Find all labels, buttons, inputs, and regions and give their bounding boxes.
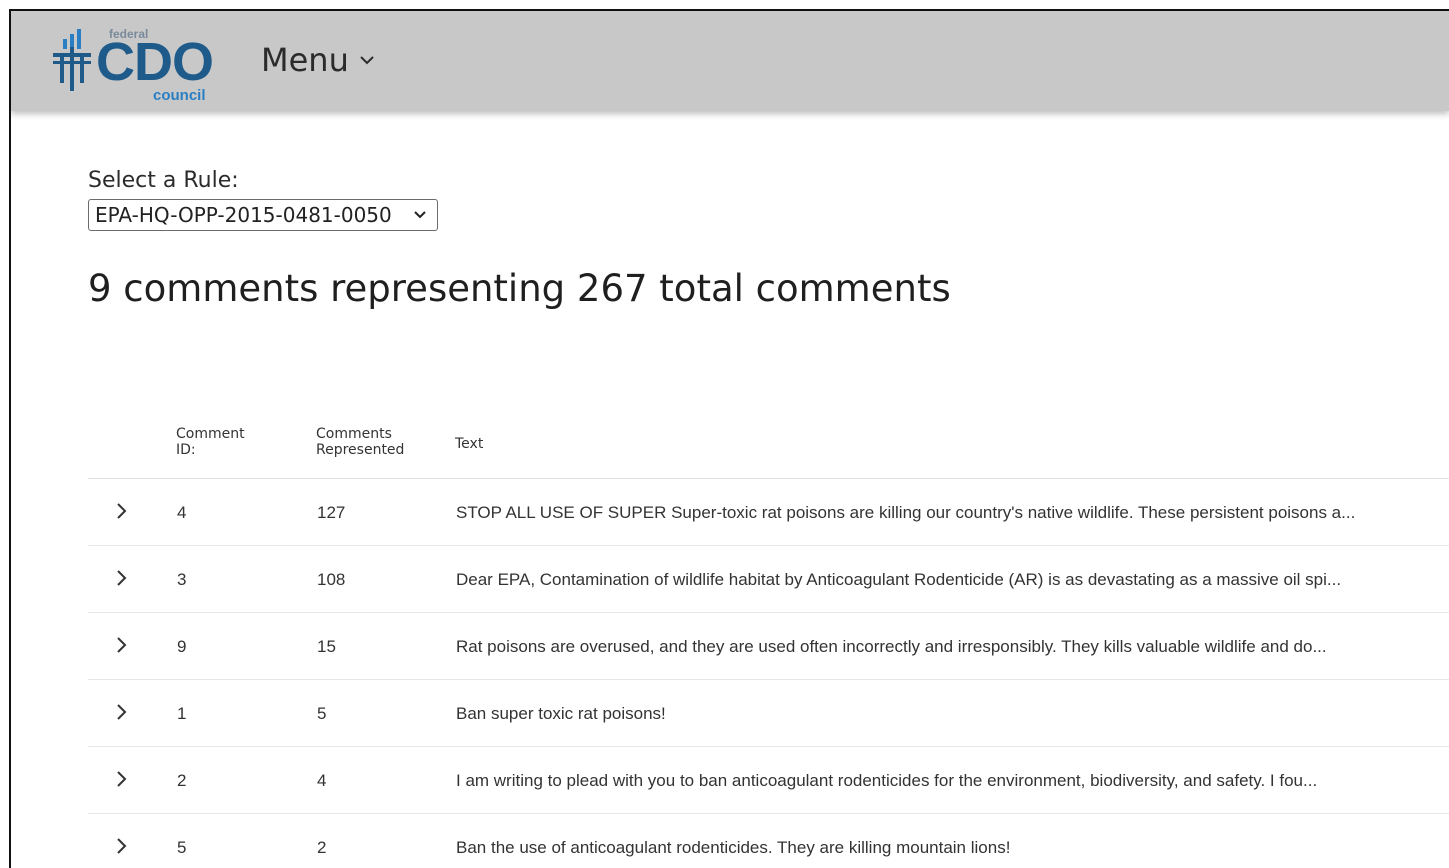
cell-represented: 127	[317, 503, 346, 522]
cell-text: STOP ALL USE OF SUPER Super-toxic rat po…	[456, 503, 1356, 522]
chevron-down-icon	[360, 56, 374, 65]
chevron-right-icon[interactable]	[114, 502, 130, 520]
cell-text: Ban the use of anticoagulant rodenticide…	[456, 838, 1011, 857]
menu-label: Menu	[261, 41, 349, 79]
cell-represented: 108	[317, 570, 346, 589]
chevron-down-icon	[414, 211, 426, 219]
chevron-right-icon[interactable]	[114, 569, 130, 587]
header-rep-line2: Represented	[316, 442, 405, 458]
chevron-right-icon[interactable]	[114, 636, 130, 654]
table-row[interactable]: 3 108 Dear EPA, Contamination of wildlif…	[88, 546, 1449, 613]
chevron-right-icon[interactable]	[114, 703, 130, 721]
table-row[interactable]: 9 15 Rat poisons are overused, and they …	[88, 613, 1449, 680]
table-row[interactable]: 1 5 Ban super toxic rat poisons!	[88, 680, 1449, 747]
cell-comment-id: 1	[177, 704, 187, 723]
header-comment-id-line2: ID:	[176, 442, 196, 458]
cell-comment-id: 2	[177, 771, 187, 790]
cdo-council-logo[interactable]: federal CDO council	[51, 21, 226, 106]
cell-text: Dear EPA, Contamination of wildlife habi…	[456, 570, 1342, 589]
cell-text: Rat poisons are overused, and they are u…	[456, 637, 1327, 656]
cell-comment-id: 4	[177, 503, 187, 522]
cell-comment-id: 3	[177, 570, 187, 589]
rule-select-value: EPA-HQ-OPP-2015-0481-0050	[95, 203, 392, 227]
cell-represented: 15	[317, 637, 336, 656]
cell-comment-id: 9	[177, 637, 187, 656]
chevron-right-icon[interactable]	[114, 837, 130, 855]
cell-represented: 4	[317, 771, 327, 790]
comments-table: Comment ID: Comments Represented Text 4 …	[88, 416, 1449, 868]
chevron-right-icon[interactable]	[114, 770, 130, 788]
app-window: federal CDO council Menu Select a Rule: …	[9, 9, 1449, 868]
rule-select-label: Select a Rule:	[88, 168, 239, 193]
cell-represented: 5	[317, 704, 327, 723]
header-comment-id[interactable]: Comment ID:	[176, 426, 276, 458]
cell-represented: 2	[317, 838, 327, 857]
menu-button[interactable]: Menu	[261, 41, 375, 79]
rule-select-dropdown[interactable]: EPA-HQ-OPP-2015-0481-0050	[88, 199, 438, 231]
table-header: Comment ID: Comments Represented Text	[88, 416, 1449, 479]
header-comments-represented[interactable]: Comments Represented	[316, 426, 436, 458]
cell-text: Ban super toxic rat poisons!	[456, 704, 666, 723]
header-comment-id-line1: Comment	[176, 426, 245, 442]
table-row[interactable]: 5 2 Ban the use of anticoagulant rodenti…	[88, 814, 1449, 868]
federal-columns-icon	[53, 29, 91, 91]
logo-cdo-text: CDO	[96, 32, 214, 92]
logo-council-text: council	[153, 87, 206, 104]
cell-comment-id: 5	[177, 838, 187, 857]
top-header: federal CDO council Menu	[11, 11, 1449, 111]
header-text[interactable]: Text	[455, 436, 483, 452]
table-row[interactable]: 4 127 STOP ALL USE OF SUPER Super-toxic …	[88, 479, 1449, 546]
cell-text: I am writing to plead with you to ban an…	[456, 771, 1318, 790]
summary-heading: 9 comments representing 267 total commen…	[88, 267, 951, 310]
table-row[interactable]: 2 4 I am writing to plead with you to ba…	[88, 747, 1449, 814]
header-rep-line1: Comments	[316, 426, 392, 442]
